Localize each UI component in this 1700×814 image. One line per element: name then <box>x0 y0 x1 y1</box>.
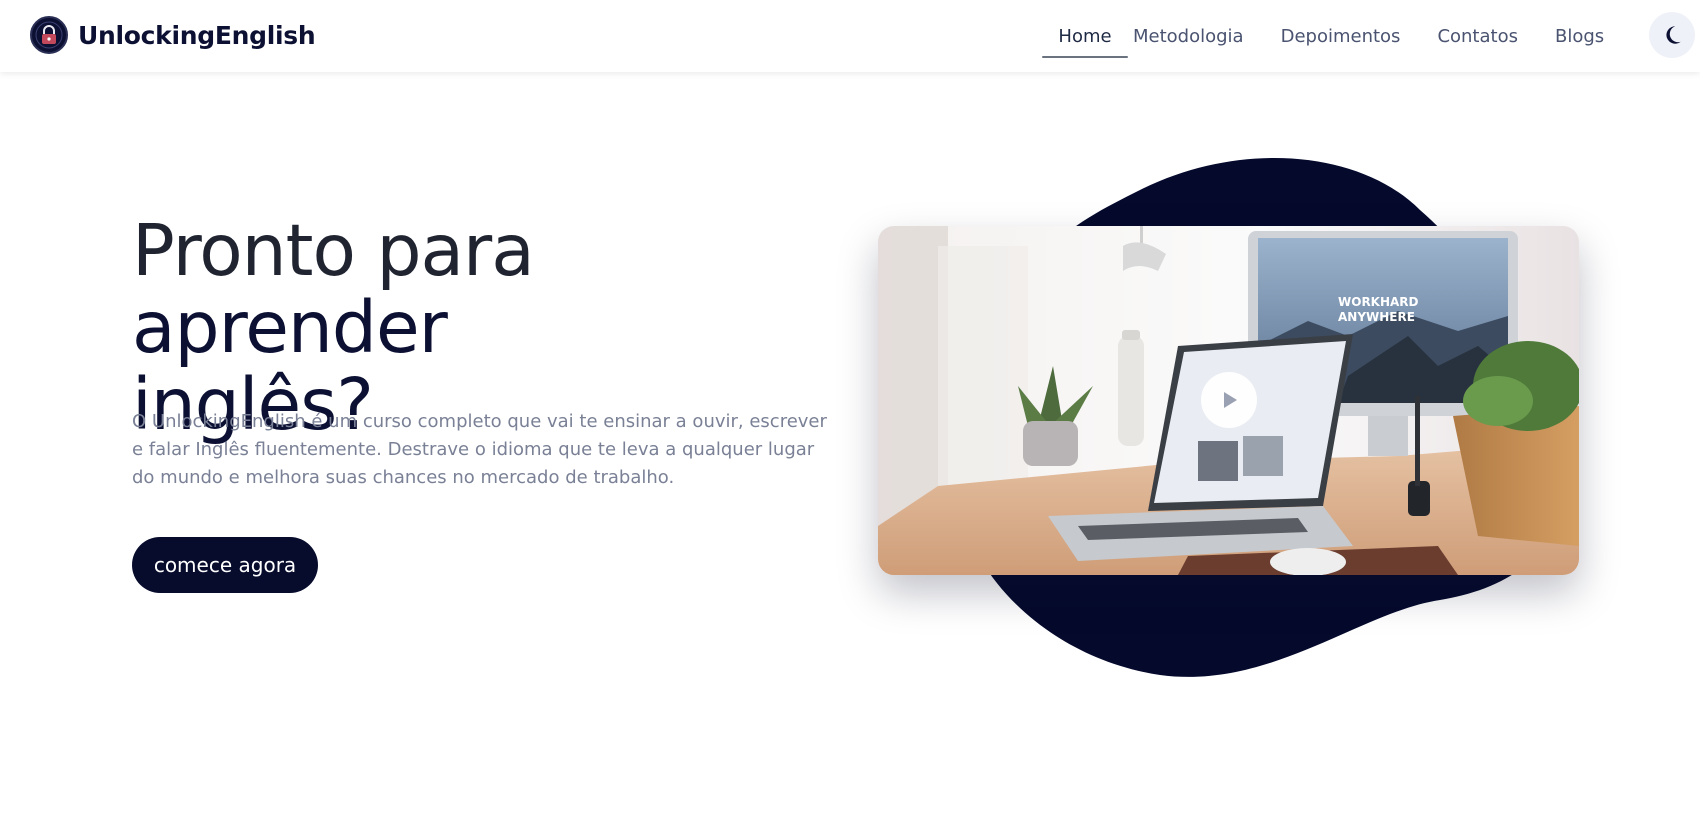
hero-description: O UnlockingEnglish é um curso completo q… <box>132 411 827 488</box>
monitor-text-2: ANYWHERE <box>1338 310 1415 324</box>
monitor-text-1: WORKHARD <box>1338 295 1419 309</box>
nav-item-metodologia[interactable]: Metodologia <box>1133 0 1244 72</box>
start-now-button[interactable]: comece agora <box>132 537 318 593</box>
theme-toggle-button[interactable] <box>1649 12 1695 58</box>
play-button[interactable] <box>1201 372 1257 428</box>
main-nav: Home Metodologia Depoimentos Contatos Bl… <box>1042 0 1604 72</box>
brand-name: UnlockingEnglish <box>78 20 316 50</box>
nav-item-home[interactable]: Home <box>1042 0 1128 72</box>
moon-icon <box>1666 26 1681 44</box>
nav-item-depoimentos[interactable]: Depoimentos <box>1281 0 1401 72</box>
lock-logo-icon <box>30 16 68 54</box>
nav-item-contatos[interactable]: Contatos <box>1437 0 1518 72</box>
hero-title-highlight: Pronto para <box>132 209 535 292</box>
top-navbar: UnlockingEnglish Home Metodologia Depoim… <box>0 0 1700 72</box>
brand[interactable]: UnlockingEnglish <box>30 16 316 54</box>
play-icon <box>1224 392 1237 408</box>
nav-item-blogs[interactable]: Blogs <box>1555 0 1604 72</box>
